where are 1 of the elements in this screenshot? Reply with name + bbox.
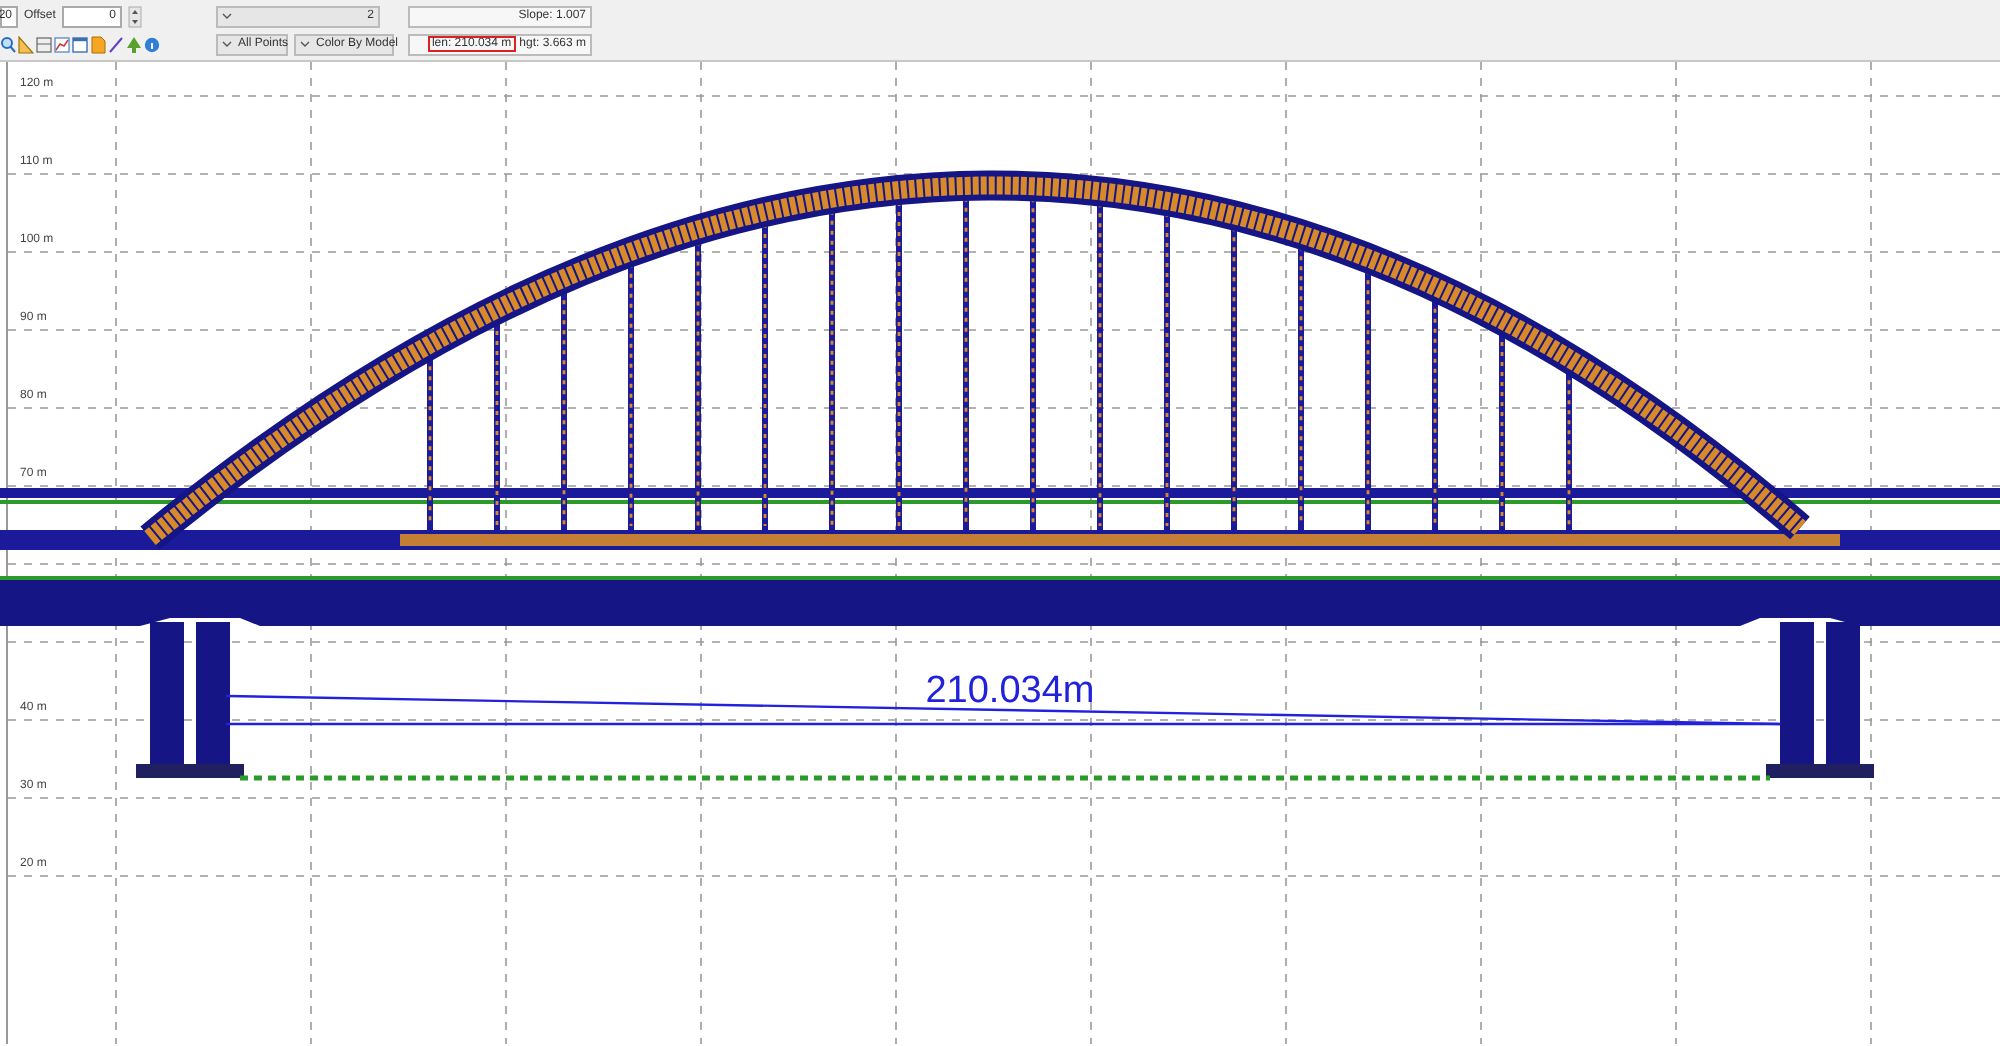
measurement-label: 210.034m <box>925 670 1095 712</box>
